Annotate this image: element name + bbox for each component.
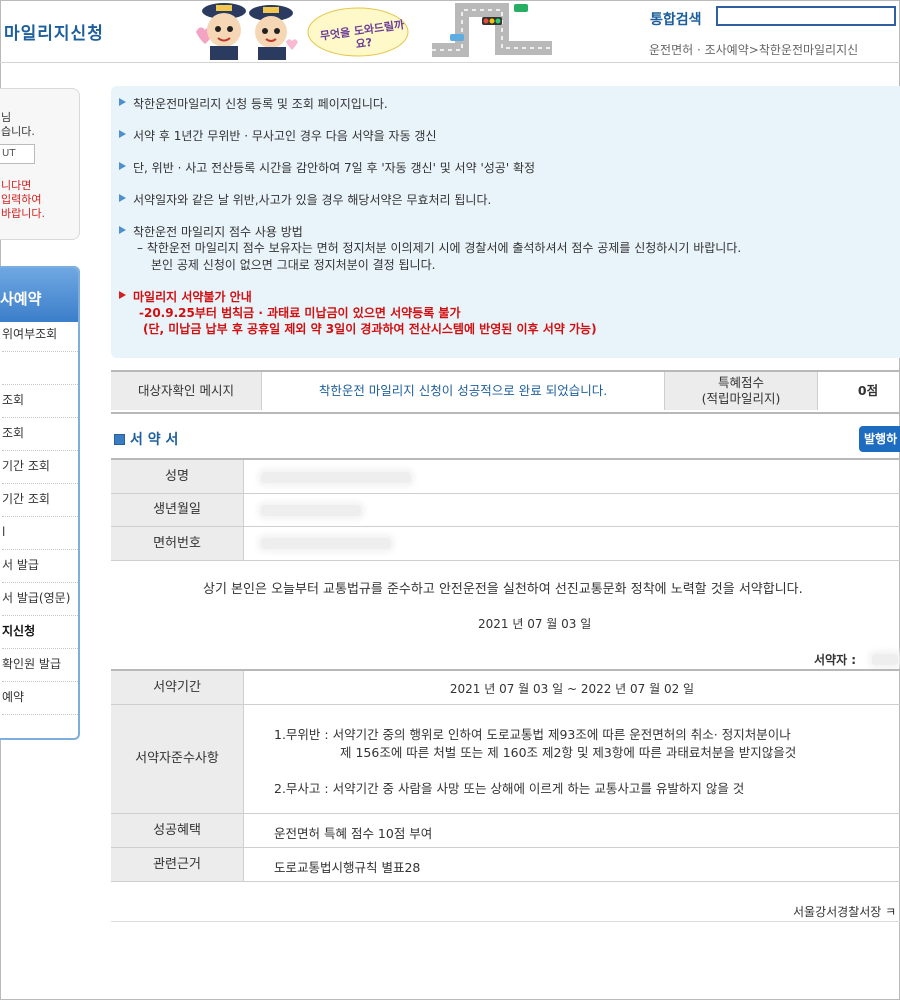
bullet-arrow-icon [119, 130, 126, 138]
pledger-info-table: 성명 생년월일 면허번호 [111, 458, 900, 561]
pledger-label: 서약자 : [814, 653, 857, 667]
print-button[interactable]: 발행하 [859, 426, 900, 452]
benefit-label: 성공혜택 [111, 814, 243, 848]
side-menu-header: 사예약 [0, 268, 78, 322]
info-subline: – 착한운전 마일리지 점수 보유자는 면허 정지처분 이의제기 시에 경찰서에… [137, 241, 742, 255]
side-menu-item[interactable]: 위여부조회 [2, 318, 78, 352]
side-menu-item[interactable]: 확인원 발급 [2, 648, 78, 682]
search-input[interactable] [716, 6, 896, 26]
info-subline: 본인 공제 신청이 없으면 그대로 정지처분이 결정 됩니다. [151, 258, 436, 272]
points-label-line2: (적립마일리지) [701, 391, 781, 406]
side-menu-item[interactable]: 서 발급 [2, 549, 78, 583]
login-panel: 님 습니다. UT 니다면 입력하여 바랍니다. [0, 88, 80, 240]
login-notice-3: 바랍니다. [1, 207, 45, 220]
birth-value-redacted [261, 505, 361, 516]
side-menu-item[interactable]: 조회 [2, 384, 78, 418]
pledge-statement: 상기 본인은 오늘부터 교통법규를 준수하고 안전운전을 실천하여 선진교통문화… [203, 582, 803, 597]
header: 마일리지신청 무엇을 도와드릴까요? 통합검색 운전면허 · 조사예약>착한운전… [0, 0, 900, 63]
side-menu-item[interactable]: 서 발급(영문) [2, 582, 78, 616]
side-menu: 사예약 위여부조회 조회 조회 기간 조회 기간 조회 l 서 발급 서 발급(… [0, 266, 80, 740]
warning-line: (단, 미납금 납부 후 공휴일 제외 약 3일이 경과하여 전산시스템에 반영… [143, 322, 597, 336]
period-label: 서약기간 [111, 671, 243, 705]
birth-label: 생년월일 [111, 494, 243, 527]
name-label: 성명 [111, 460, 243, 494]
period-value: 2021 년 07 월 03 일 ~ 2022 년 07 월 02 일 [449, 682, 695, 696]
section-title: 서 약 서 [130, 432, 179, 448]
rules-label: 서약자준수사항 [111, 705, 243, 814]
name-value-redacted [261, 472, 411, 483]
info-line: 착한운전마일리지 신청 등록 및 조회 페이지입니다. [133, 97, 388, 111]
basis-value: 도로교통법시행규칙 별표28 [274, 860, 421, 875]
info-notice-box: 착한운전마일리지 신청 등록 및 조회 페이지입니다. 서약 후 1년간 무위반… [111, 86, 900, 358]
pledger-name-redacted [872, 654, 898, 665]
info-line: 서약일자와 같은 날 위반,사고가 있을 경우 해당서약은 무효처리 됩니다. [133, 193, 492, 207]
road-illustration [432, 3, 552, 57]
warning-line: -20.9.25부터 범칙금 · 과태료 미납금이 있으면 서약등록 불가 [139, 306, 461, 320]
section-square-icon [114, 434, 125, 445]
page-title: 마일리지신청 [4, 24, 104, 44]
license-value-redacted [261, 538, 391, 549]
rule-2: 2.무사고 : 서약기간 중 사람을 사망 또는 상해에 이르게 하는 교통사고… [274, 781, 745, 796]
warning-title: 마일리지 서약불가 안내 [133, 290, 252, 304]
basis-label: 관련근거 [111, 848, 243, 881]
footer-divider [111, 921, 900, 922]
points-label-line1: 특혜점수 [717, 375, 764, 390]
side-menu-item[interactable]: 기간 조회 [2, 483, 78, 517]
side-menu-title: 사예약 [0, 290, 42, 308]
result-message: 착한운전 마일리지 신청이 성공적으로 완료 되었습니다. [318, 383, 608, 398]
login-greeting-2: 습니다. [1, 125, 35, 138]
breadcrumb: 운전면허 · 조사예약>착한운전마일리지신 [649, 43, 859, 57]
side-menu-item[interactable] [2, 351, 78, 385]
points-value: 0점 [857, 383, 879, 398]
issuer-signature: 서울강서경찰서장 ㅋ [793, 905, 897, 919]
side-menu-item[interactable]: 예약 [2, 681, 78, 715]
bullet-arrow-icon [119, 162, 126, 170]
rule-1-line-b: 제 156조에 따른 처벌 또는 제 160조 제2항 및 제3항에 따른 과태… [340, 745, 797, 760]
logout-button[interactable]: UT [0, 144, 35, 164]
info-line: 착한운전 마일리지 점수 사용 방법 [133, 225, 303, 239]
benefit-value: 운전면허 특혜 점수 10점 부여 [274, 826, 433, 841]
bullet-arrow-icon [119, 98, 126, 106]
license-label: 면허번호 [111, 527, 243, 560]
info-line: 단, 위반 · 사고 전산등록 시간을 감안하여 7일 후 '자동 갱신' 및 … [133, 161, 536, 175]
points-label: 특혜점수 (적립마일리지) [665, 372, 817, 410]
side-menu-item[interactable]: 기간 조회 [2, 450, 78, 484]
result-table: 대상자확인 메시지 착한운전 마일리지 신청이 성공적으로 완료 되었습니다. … [111, 370, 900, 414]
side-menu-item[interactable]: l [2, 516, 78, 550]
rule-1-line-a: 1.무위반 : 서약기간 중의 행위로 인하여 도로교통법 제93조에 따른 운… [274, 727, 791, 742]
info-line: 서약 후 1년간 무위반 · 무사고인 경우 다음 서약을 자동 갱신 [133, 129, 437, 143]
pledge-details-table: 서약기간 서약자준수사항 성공혜택 관련근거 2021 년 07 월 03 일 … [111, 669, 900, 882]
bullet-arrow-icon [119, 291, 126, 299]
result-label: 대상자확인 메시지 [111, 372, 261, 410]
side-menu-item-active[interactable]: 지신청 [2, 615, 78, 649]
bullet-arrow-icon [119, 226, 126, 234]
pledge-date: 2021 년 07 월 03 일 [478, 617, 592, 631]
side-menu-item[interactable]: 조회 [2, 417, 78, 451]
bullet-arrow-icon [119, 194, 126, 202]
search-label: 통합검색 [650, 12, 702, 28]
